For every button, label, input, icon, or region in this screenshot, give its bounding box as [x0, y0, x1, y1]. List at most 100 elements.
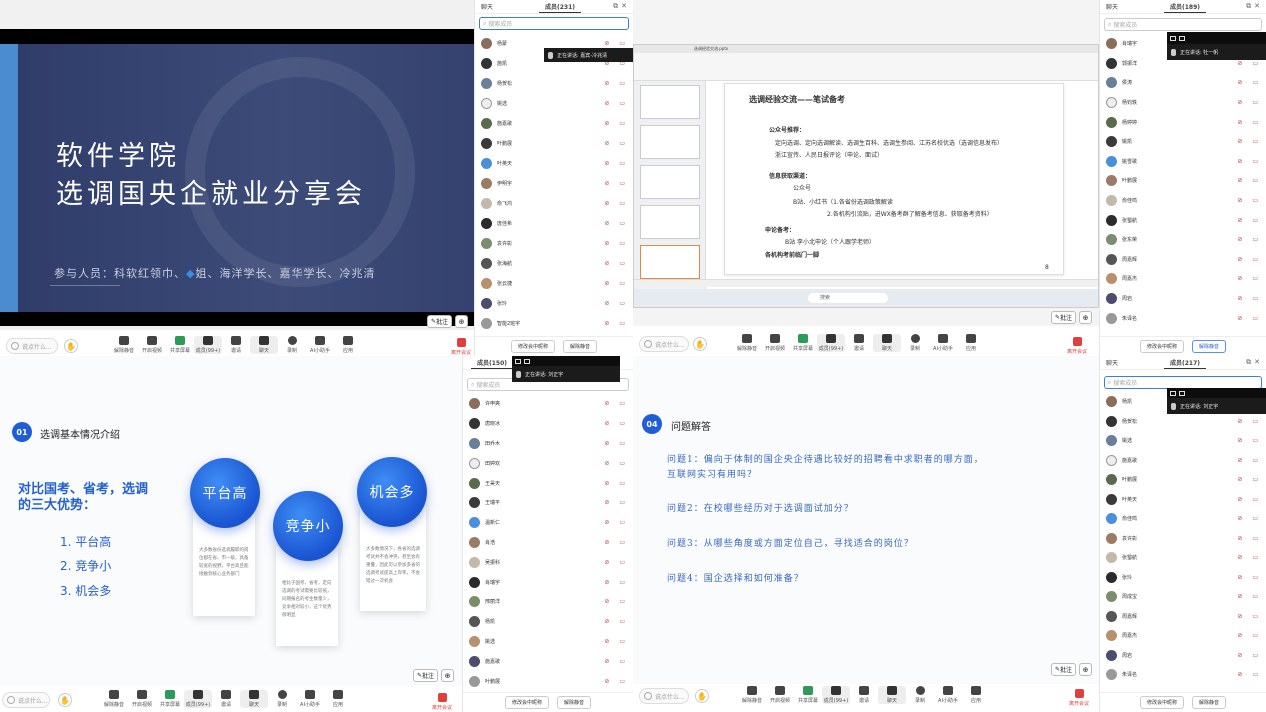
annotate-button[interactable]: ✎ 批注 [1051, 311, 1077, 324]
mic-muted-icon[interactable]: ⊘ ▭ [604, 440, 629, 447]
toolbar-button-3[interactable]: 成员(99+) [194, 336, 222, 354]
toolbar-button-7[interactable]: AI小助手 [929, 334, 957, 352]
toolbar-button-5[interactable]: 聊天 [873, 334, 901, 352]
member-row[interactable]: 杨钧轶 ⊘ ▭ [1100, 93, 1266, 113]
member-row[interactable]: 王昊天 ⊘ ▭ [463, 473, 633, 493]
mic-muted-icon[interactable]: ⊘ ▭ [1237, 593, 1262, 600]
toolbar-button-4[interactable]: 邀请 [845, 334, 873, 352]
mic-muted-icon[interactable]: ⊘ ▭ [1237, 554, 1262, 561]
unmute-all-button[interactable]: 解除静音 [1192, 340, 1227, 353]
rename-button[interactable]: 修改会中昵称 [510, 340, 555, 353]
tab-chat[interactable]: 聊天 [1100, 356, 1124, 369]
mic-muted-icon[interactable]: ⊘ ▭ [1237, 476, 1262, 483]
say-input[interactable]: 说点什么... [639, 688, 689, 704]
window-controls[interactable]: ⧉✕ [613, 2, 630, 11]
toolbar-button-1[interactable]: 开启视频 [138, 336, 166, 354]
mic-muted-icon[interactable]: ⊘ ▭ [604, 638, 629, 645]
member-row[interactable]: 叶鹏展 ⊘ ▭ [1100, 171, 1266, 191]
thumb-3[interactable] [640, 165, 700, 199]
mic-muted-icon[interactable]: ⊘ ▭ [1237, 275, 1262, 282]
thumb-5[interactable] [640, 245, 700, 279]
member-row[interactable]: 姚雪歌 ⊘ ▭ [1100, 152, 1266, 172]
toolbar-button-7[interactable]: AI小助手 [934, 686, 962, 704]
toolbar-button-1[interactable]: 开启视频 [766, 686, 794, 704]
member-row[interactable]: 施嘉歌 ⊘ ▭ [1100, 451, 1266, 471]
member-row[interactable]: 周成宝 ⊘ ▭ [1100, 587, 1266, 607]
toolbar-button-3[interactable]: 成员(99+) [817, 334, 845, 352]
member-row[interactable]: 张玲 ⊘ ▭ [475, 293, 633, 313]
member-row[interactable]: 姚凯 ⊘ ▭ [1100, 132, 1266, 152]
mic-muted-icon[interactable]: ⊘ ▭ [604, 200, 629, 207]
member-row[interactable]: 庞佳希 ⊘ ▭ [475, 213, 633, 233]
toolbar-button-7[interactable]: AI小助手 [306, 336, 334, 354]
mic-muted-icon[interactable]: ⊘ ▭ [604, 300, 629, 307]
member-row[interactable]: 伊明宇 ⊘ ▭ [475, 173, 633, 193]
member-row[interactable]: 周岩 ⊘ ▭ [1100, 289, 1266, 309]
member-row[interactable]: 张蜀航 ⊘ ▭ [1100, 548, 1266, 568]
mic-muted-icon[interactable]: ⊘ ▭ [604, 519, 629, 526]
toolbar-button-5[interactable]: 聊天 [250, 336, 278, 354]
taskbar-search[interactable]: 搜索 [808, 293, 888, 303]
float-controls[interactable] [1167, 32, 1266, 44]
mic-muted-icon[interactable]: ⊘ ▭ [604, 180, 629, 187]
tab-chat[interactable]: 聊天 [475, 0, 499, 13]
toolbar-button-6[interactable]: 录制 [906, 686, 934, 704]
mic-muted-icon[interactable]: ⊘ ▭ [604, 539, 629, 546]
mic-muted-icon[interactable]: ⊘ ▭ [604, 400, 629, 407]
member-row[interactable]: 张云捷 ⊘ ▭ [475, 273, 633, 293]
toolbar-button-5[interactable]: 聊天 [878, 686, 906, 704]
mic-muted-icon[interactable]: ⊘ ▭ [604, 598, 629, 605]
mic-muted-icon[interactable]: ⊘ ▭ [604, 460, 629, 467]
toolbar-button-2[interactable]: 共享屏幕 [794, 686, 822, 704]
float-controls[interactable] [512, 356, 620, 366]
mic-muted-icon[interactable]: ⊘ ▭ [1237, 613, 1262, 620]
zoom-icon[interactable]: ⊕ [1079, 663, 1093, 676]
toolbar-button-4[interactable]: 邀请 [850, 686, 878, 704]
member-row[interactable]: 姚选 ⊘ ▭ [463, 632, 633, 652]
member-row[interactable]: 周嘉辉 ⊘ ▭ [1100, 607, 1266, 627]
say-input[interactable]: 说点什么... [639, 336, 689, 352]
mic-muted-icon[interactable]: ⊘ ▭ [604, 499, 629, 506]
rename-button[interactable]: 修改会中昵称 [1139, 696, 1184, 709]
member-row[interactable]: 周岩 ⊘ ▭ [1100, 646, 1266, 666]
mic-muted-icon[interactable]: ⊘ ▭ [604, 658, 629, 665]
member-row[interactable]: 袁许彰 ⊘ ▭ [475, 233, 633, 253]
tab-members[interactable]: 成员(189) [1164, 0, 1207, 13]
mic-muted-icon[interactable]: ⊘ ▭ [604, 220, 629, 227]
mic-muted-icon[interactable]: ⊘ ▭ [1237, 457, 1262, 464]
toolbar-button-7[interactable]: AI小助手 [296, 690, 324, 708]
member-row[interactable]: 吴振科 ⊘ ▭ [463, 552, 633, 572]
annotate-button[interactable]: ✎ 批注 [413, 669, 439, 682]
raise-hand-icon[interactable]: ✋ [693, 337, 707, 351]
mic-muted-icon[interactable]: ⊘ ▭ [1237, 236, 1262, 243]
member-row[interactable]: 俞佳鸣 ⊘ ▭ [1100, 191, 1266, 211]
rename-button[interactable]: 修改会中昵称 [1139, 340, 1184, 353]
member-row[interactable]: 施嘉歌 ⊘ ▭ [463, 651, 633, 671]
thumb-4[interactable] [640, 205, 700, 239]
member-row[interactable]: 侯涛 ⊘ ▭ [1100, 73, 1266, 93]
mic-muted-icon[interactable]: ⊘ ▭ [1237, 437, 1262, 444]
mic-muted-icon[interactable]: ⊘ ▭ [604, 100, 629, 107]
member-row[interactable]: 俞佳鸣 ⊘ ▭ [1100, 509, 1266, 529]
zoom-icon[interactable]: ⊕ [441, 669, 455, 682]
toolbar-button-2[interactable]: 共享屏幕 [156, 690, 184, 708]
mic-muted-icon[interactable]: ⊘ ▭ [1237, 60, 1262, 67]
thumb-2[interactable] [640, 125, 700, 159]
tab-members[interactable]: 成员(217) [1164, 356, 1207, 369]
raise-hand-icon[interactable]: ✋ [695, 689, 709, 703]
annotate-button[interactable]: ✎ 批注 [427, 315, 453, 328]
mic-muted-icon[interactable]: ⊘ ▭ [1237, 295, 1262, 302]
mic-muted-icon[interactable]: ⊘ ▭ [604, 240, 629, 247]
member-row[interactable]: 袁许彰 ⊘ ▭ [1100, 529, 1266, 549]
rename-button[interactable]: 修改会中昵称 [504, 696, 549, 709]
float-controls[interactable] [1167, 388, 1266, 398]
mic-muted-icon[interactable]: ⊘ ▭ [1237, 496, 1262, 503]
member-row[interactable]: 叶英天 ⊘ ▭ [1100, 490, 1266, 510]
member-search-input[interactable]: ⌕ 搜索成员 [1104, 18, 1262, 31]
toolbar-button-4[interactable]: 邀请 [222, 336, 250, 354]
toolbar-button-8[interactable]: 应用 [962, 686, 990, 704]
toolbar-button-2[interactable]: 共享屏幕 [789, 334, 817, 352]
member-row[interactable]: 俞飞鸿 ⊘ ▭ [475, 193, 633, 213]
member-row[interactable]: 田乔木 ⊘ ▭ [463, 434, 633, 454]
member-row[interactable]: 温新仁 ⊘ ▭ [463, 513, 633, 533]
